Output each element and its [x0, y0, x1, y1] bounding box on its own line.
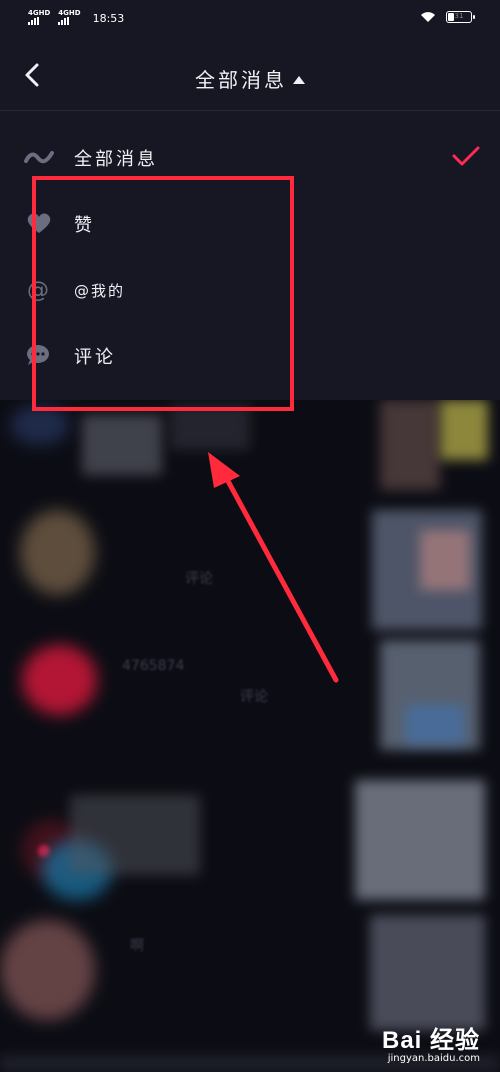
wave-icon — [24, 151, 54, 164]
blurred-image — [170, 405, 250, 450]
blurred-text: 评论 — [185, 571, 213, 587]
signal-1: 4GHD — [28, 10, 50, 25]
page-title: 全部消息 — [195, 68, 287, 92]
blurred-text: 4765874 — [122, 658, 185, 674]
status-bar: 4GHD 4GHD 18:53 31 — [0, 0, 500, 40]
status-time: 18:53 — [92, 12, 125, 25]
watermark: Bai 经验 jingyan.baidu.com — [382, 1020, 480, 1064]
header: 全部消息 — [0, 40, 500, 111]
watermark-logo: Bai 经验 — [381, 1027, 480, 1054]
network-label-2: 4GHD — [58, 9, 81, 17]
blurred-avatar — [22, 645, 97, 715]
check-icon — [452, 146, 480, 166]
status-right: 31 — [420, 11, 475, 23]
message-feed-blurred: 评论 4765874 评论 啊 — [0, 400, 500, 1072]
menu-item-label: 全部消息 — [74, 149, 158, 170]
blurred-text: 啊 — [130, 938, 144, 954]
signal-bars-icon — [28, 17, 39, 25]
blurred-text: 评论 — [240, 689, 268, 705]
blurred-thumb — [370, 915, 485, 1030]
blurred-thumb — [380, 400, 440, 490]
watermark-url: jingyan.baidu.com — [387, 1053, 480, 1064]
blurred-thumb — [405, 705, 465, 745]
blurred-avatar — [10, 405, 70, 445]
blurred-thumb — [420, 530, 470, 590]
blurred-image — [82, 415, 162, 475]
status-left: 4GHD 4GHD 18:53 — [28, 10, 124, 25]
blurred-avatar — [0, 920, 95, 1020]
signal-bars-icon — [58, 17, 70, 25]
triangle-up-icon — [293, 76, 305, 84]
blurred-avatar — [20, 510, 95, 595]
wifi-icon — [421, 12, 435, 22]
annotation-box — [32, 176, 294, 411]
battery-label: 31 — [454, 12, 464, 20]
blurred-thumb — [440, 400, 488, 460]
title-dropdown[interactable]: 全部消息 — [0, 64, 500, 93]
network-label-1: 4GHD — [28, 9, 51, 17]
blurred-thumb — [355, 780, 485, 900]
signal-2: 4GHD — [58, 9, 81, 25]
battery-icon: 31 — [446, 11, 475, 23]
blurred-image — [70, 795, 200, 875]
